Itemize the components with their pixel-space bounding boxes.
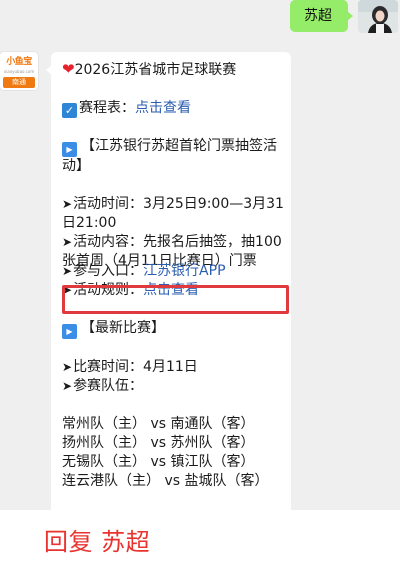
entry-label: 参与入口： xyxy=(73,263,144,279)
teams-label: 参赛队伍： xyxy=(73,378,144,394)
official-account-avatar[interactable]: 小鱼宝 xiaoyubao.com 南通 xyxy=(0,52,38,90)
logo-city-badge: 南通 xyxy=(3,77,35,88)
reply-hint-bar: 回复 苏超 xyxy=(0,510,400,563)
section1-heading: 【江苏银行苏超首轮门票抽签活动】 xyxy=(62,138,277,174)
teams-label-line: ➤参赛队伍： xyxy=(62,377,286,396)
heart-icon: ❤ xyxy=(62,60,75,78)
outgoing-message-bubble[interactable]: 苏超 xyxy=(290,0,353,32)
check-box-icon: ✓ xyxy=(62,103,77,118)
activity-time: 活动时间：3月25日9:00—3月31日21:00 xyxy=(62,196,284,231)
arrow-right-icon: ➤ xyxy=(62,197,73,211)
user-avatar-image xyxy=(358,0,398,33)
entry-highlight-box xyxy=(62,285,289,314)
schedule-line: ✓ 赛程表：点击查看 xyxy=(62,99,286,118)
match-item: 扬州队（主） vs 苏州队（客） xyxy=(62,435,255,451)
reply-hint-text: 回复 苏超 xyxy=(44,528,151,556)
match-item: 连云港队（主） vs 盐城队（客） xyxy=(62,473,269,489)
section2-heading-line: ▶ 【最新比赛】 xyxy=(62,319,286,339)
arrow-right-icon: ➤ xyxy=(62,360,73,374)
title-line: ❤2026江苏省城市足球联赛 xyxy=(62,60,286,80)
outgoing-message-text: 苏超 xyxy=(304,8,332,24)
arrow-right-icon: ➤ xyxy=(62,264,73,278)
arrow-right-icon: ➤ xyxy=(62,379,73,393)
arrow-right-icon: ➤ xyxy=(62,235,73,249)
match-time: 比赛时间：4月11日 xyxy=(73,359,198,375)
section1-heading-line: ▶ 【江苏银行苏超首轮门票抽签活动】 xyxy=(62,137,286,176)
play-button-icon: ▶ xyxy=(62,142,77,157)
league-title: 2026江苏省城市足球联赛 xyxy=(74,62,237,78)
logo-title: 小鱼宝 xyxy=(6,57,32,67)
section2-heading: 【最新比赛】 xyxy=(81,320,165,336)
entry-link[interactable]: 江苏银行APP xyxy=(143,263,225,279)
user-avatar[interactable] xyxy=(358,0,398,33)
play-button-icon: ▶ xyxy=(62,324,77,339)
match-item: 无锡队（主） vs 镇江队（客） xyxy=(62,454,255,470)
match-time-line: ➤比赛时间：4月11日 xyxy=(62,358,286,377)
activity-time-line: ➤活动时间：3月25日9:00—3月31日21:00 xyxy=(62,195,286,233)
logo-url: xiaoyubao.com xyxy=(3,69,35,74)
incoming-message-content: ❤2026江苏省城市足球联赛 ✓ 赛程表：点击查看 ▶ 【江苏银行苏超首轮门票抽签活… xyxy=(62,60,286,491)
schedule-link[interactable]: 点击查看 xyxy=(135,100,191,116)
schedule-label: 赛程表： xyxy=(79,100,135,116)
match-item: 常州队（主） vs 南通队（客） xyxy=(62,416,255,432)
